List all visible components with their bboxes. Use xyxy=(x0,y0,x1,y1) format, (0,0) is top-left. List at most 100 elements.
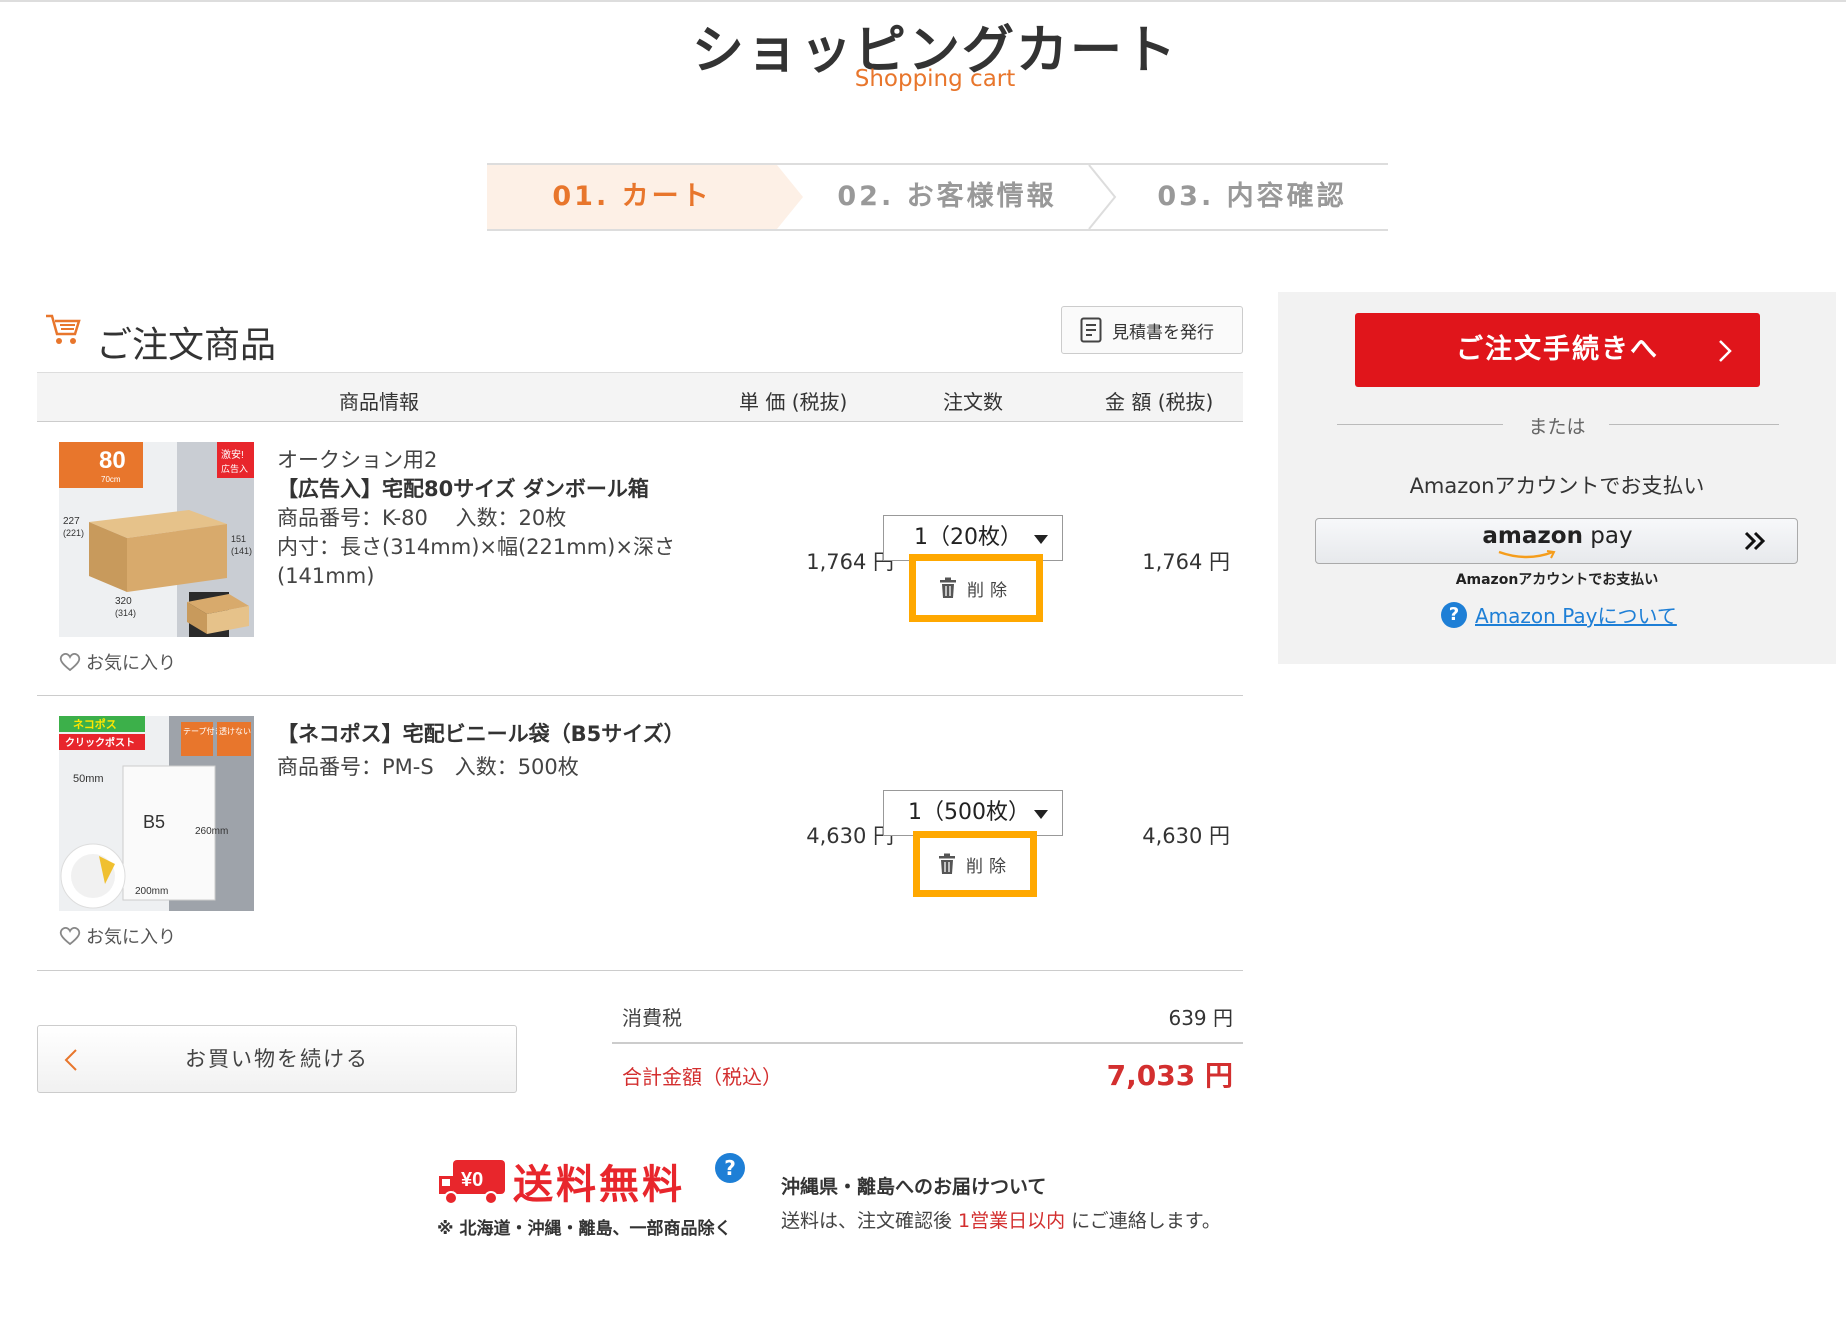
checkout-panel: ご注文手続きへ または Amazonアカウントでお支払い amazon pay … xyxy=(1278,292,1836,664)
amazon-pay-about-link[interactable]: ? Amazon Payについて xyxy=(1441,600,1677,629)
favorite-button[interactable]: お気に入り xyxy=(59,649,176,675)
header-unit-price: 単 価 (税抜) xyxy=(739,390,848,414)
amazon-pay-about-label: Amazon Payについて xyxy=(1475,604,1677,628)
product-name[interactable]: 【広告入】宅配80サイズ ダンボール箱 xyxy=(277,475,697,504)
badge-limit: 70cm xyxy=(101,475,121,484)
dim-depth-inner: (221) xyxy=(63,528,84,538)
dim-height-inner: (141) xyxy=(231,546,252,556)
truck-icon: ¥0 xyxy=(439,1160,505,1205)
section-title: ご注文商品 xyxy=(96,325,277,366)
dim-length: 320 xyxy=(115,596,132,607)
brand2-label: クリックポスト xyxy=(65,736,135,749)
okinawa-text: 送料は、注文確認後 1営業日以内 にご連絡します。 xyxy=(781,1206,1221,1233)
dim-length-inner: (314) xyxy=(115,608,136,618)
heart-icon xyxy=(59,652,81,672)
top-border xyxy=(0,0,1846,4)
product-subtitle: オークション用2 xyxy=(277,448,438,472)
total-label: 合計金額（税込） xyxy=(622,1065,782,1089)
dim-flap: 50mm xyxy=(73,773,104,785)
product-dimensions: 内寸：長さ(314mm)×幅(221mm)×深さ(141mm) xyxy=(277,535,675,588)
product-name[interactable]: 【ネコポス】宅配ビニール袋（B5サイズ） xyxy=(277,720,687,749)
dim-depth: 227 xyxy=(63,516,80,527)
free-shipping-note: ※ 北海道・沖縄・離島、一部商品除く xyxy=(437,1219,732,1239)
okinawa-text-2: にご連絡します。 xyxy=(1065,1210,1221,1232)
quantity-select[interactable]: 1（500枚） xyxy=(883,790,1063,836)
dim-height: 151 xyxy=(231,534,246,544)
tag-tape: テープ付き xyxy=(183,726,223,736)
delete-highlight: 削除 xyxy=(913,831,1037,897)
step-customer-info: 02. お客様情報 xyxy=(837,181,1057,212)
size-label: B5 xyxy=(143,812,165,832)
okinawa-text-1: 送料は、注文確認後 xyxy=(781,1210,959,1232)
amazon-logo-bold: amazon xyxy=(1482,523,1583,549)
free-shipping-badge: ¥0 xyxy=(461,1169,483,1191)
amazon-sub-caption: Amazonアカウントでお支払い xyxy=(1455,572,1659,588)
dim-width: 200mm xyxy=(135,886,168,897)
checkout-button-label: ご注文手続きへ xyxy=(1456,334,1659,365)
help-icon[interactable]: ? xyxy=(715,1153,745,1183)
product-info: 【ネコポス】宅配ビニール袋（B5サイズ） 商品番号：PM-S 入数：500枚 xyxy=(277,720,687,782)
product-image-box[interactable]: 80 70cm 激安! 広告入 227 (221) 320 (314) 151 … xyxy=(59,442,254,637)
chevron-right-icon xyxy=(1719,340,1732,362)
step-confirm: 03. 内容確認 xyxy=(1157,181,1347,212)
product-code: 商品番号：K-80 入数：20枚 xyxy=(277,506,567,530)
quantity-value: 1（500枚） xyxy=(908,800,1030,825)
tag-cheap: 激安! xyxy=(221,448,244,461)
product-code: 商品番号：PM-S 入数：500枚 xyxy=(277,755,579,779)
amazon-smile-icon xyxy=(1498,550,1556,559)
favorite-button[interactable]: お気に入り xyxy=(59,923,176,949)
line-amount: 1,764 円 xyxy=(1142,550,1230,574)
dim-height: 260mm xyxy=(195,826,228,837)
estimate-button-label: 見積書を発行 xyxy=(1112,322,1214,343)
tax-value: 639 円 xyxy=(1168,1006,1233,1030)
amazon-caption: Amazonアカウントでお支払い xyxy=(1409,474,1705,498)
amazon-pay-button[interactable]: amazon pay xyxy=(1315,518,1798,564)
tag-opaque: 透けない xyxy=(219,727,251,736)
delete-label: 削除 xyxy=(966,856,1012,877)
chevron-left-icon xyxy=(64,1049,77,1071)
brand-label: ネコポス xyxy=(73,717,117,731)
delete-label: 削除 xyxy=(967,580,1013,601)
double-chevron-right-icon xyxy=(1744,531,1766,551)
amazon-pay-logo: amazon pay xyxy=(1316,523,1799,549)
step-cart: 01. カート xyxy=(487,165,777,229)
favorite-label: お気に入り xyxy=(86,927,176,948)
delete-button[interactable]: 削除 xyxy=(916,561,1036,615)
product-image: ネコポス クリックポスト テープ付き 透けない B5 50mm 260mm 20… xyxy=(59,716,254,911)
or-text: または xyxy=(1528,416,1586,438)
delete-highlight: 削除 xyxy=(909,554,1043,622)
unit-price: 4,630 円 xyxy=(806,824,894,848)
continue-shopping-button[interactable]: お買い物を続ける xyxy=(37,1025,517,1093)
favorite-label: お気に入り xyxy=(86,653,176,674)
heart-icon xyxy=(59,926,81,946)
trash-icon xyxy=(939,853,955,874)
line-amount: 4,630 円 xyxy=(1142,824,1230,848)
badge-size: 80 xyxy=(99,447,126,474)
product-image-box[interactable]: ネコポス クリックポスト テープ付き 透けない B5 50mm 260mm 20… xyxy=(59,716,254,911)
trash-icon xyxy=(940,577,956,598)
table-header: 商品情報 単 価 (税抜) 注文数 金 額 (税抜) xyxy=(37,372,1243,422)
quantity-value: 1（20枚） xyxy=(914,525,1022,550)
total-value: 7,033 円 xyxy=(1106,1059,1233,1092)
question-icon: ? xyxy=(1441,601,1467,628)
free-shipping-title: 送料無料 xyxy=(513,1162,685,1208)
header-product: 商品情報 xyxy=(339,390,419,414)
unit-price: 1,764 円 xyxy=(806,550,894,574)
delete-button[interactable]: 削除 xyxy=(920,838,1030,890)
tax-label: 消費税 xyxy=(622,1006,682,1030)
checkout-button[interactable]: ご注文手続きへ xyxy=(1355,313,1760,387)
okinawa-title: 沖縄県・離島へのお届けついて xyxy=(781,1176,1047,1198)
estimate-button[interactable]: 見積書を発行 xyxy=(1061,306,1243,354)
product-info: オークション用2 【広告入】宅配80サイズ ダンボール箱 商品番号：K-80 入… xyxy=(277,446,697,591)
okinawa-text-highlight: 1営業日以内 xyxy=(958,1210,1066,1232)
product-image: 80 70cm 激安! 広告入 227 (221) 320 (314) 151 … xyxy=(59,442,254,637)
tag-ad: 広告入 xyxy=(221,463,248,474)
table-row: 80 70cm 激安! 広告入 227 (221) 320 (314) 151 … xyxy=(37,422,1243,696)
checkout-steps: 01. カート 02. お客様情報 03. 内容確認 xyxy=(487,163,1388,231)
page-subtitle: Shopping cart xyxy=(854,66,1016,92)
table-row: ネコポス クリックポスト テープ付き 透けない B5 50mm 260mm 20… xyxy=(37,696,1243,971)
continue-shopping-label: お買い物を続ける xyxy=(185,1047,369,1071)
document-icon xyxy=(1080,317,1102,343)
amazon-logo-rest: pay xyxy=(1582,523,1633,549)
header-quantity: 注文数 xyxy=(943,390,1003,414)
